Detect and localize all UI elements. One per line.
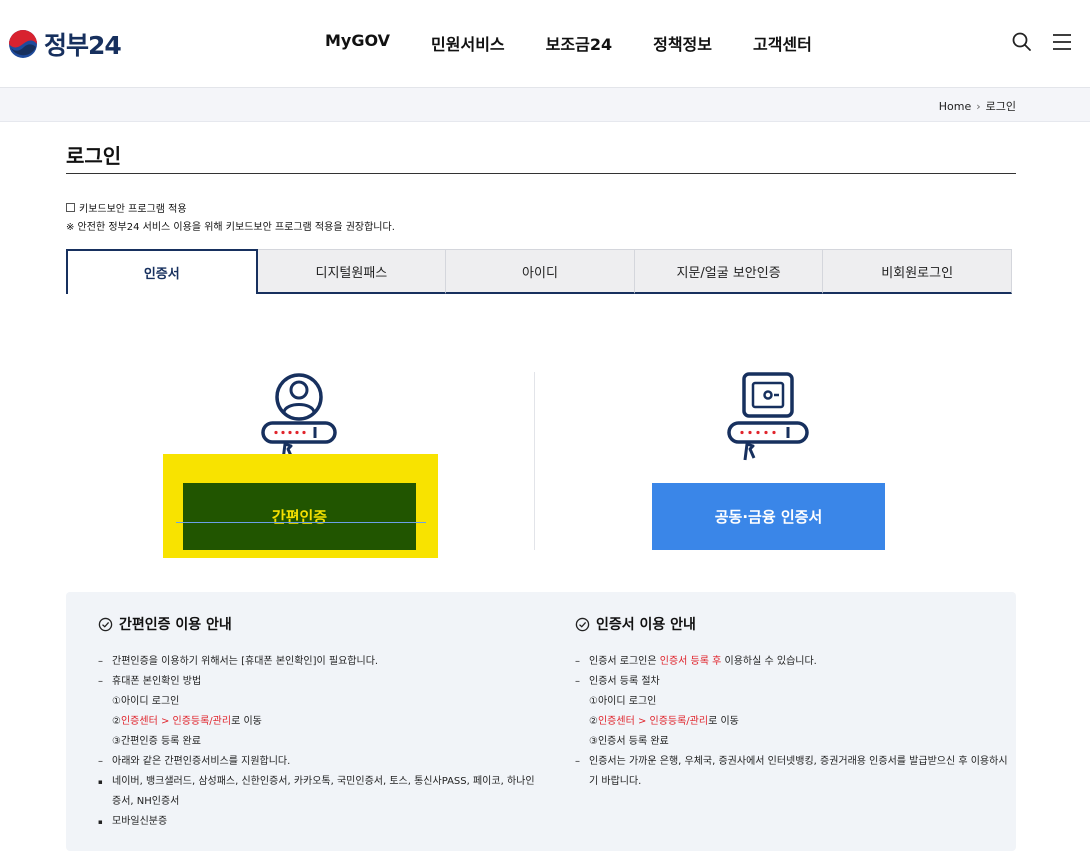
tab-non-member[interactable]: 비회원로그인 [823, 249, 1012, 294]
list-item: ②인증센터 > 인증등록/관리로 이동 [575, 712, 1015, 732]
easy-auth-button[interactable]: 간편인증 [183, 483, 416, 550]
user-card-icon [261, 373, 337, 461]
text: 인증서 로그인은 [589, 656, 660, 667]
joint-certificate-button[interactable]: 공동·금융 인증서 [652, 483, 885, 550]
certificate-guide-heading: 인증서 이용 안내 [596, 617, 696, 633]
nav-civil-service[interactable]: 민원서비스 [431, 31, 505, 55]
tab-id[interactable]: 아이디 [446, 249, 635, 294]
title-divider [66, 173, 1016, 174]
list-item: 모바일신분증 [98, 812, 538, 832]
breadcrumb-separator: › [976, 99, 981, 113]
list-item: 휴대폰 본인확인 방법 [98, 672, 538, 692]
tab-certificate[interactable]: 인증서 [66, 249, 258, 294]
site-header: 정부24 MyGOV 민원서비스 보조금24 정책정보 고객센터 [0, 0, 1090, 88]
site-logo[interactable]: 정부24 [8, 26, 122, 62]
nav-subsidy24[interactable]: 보조금24 [546, 31, 612, 55]
nav-policy-info[interactable]: 정책정보 [653, 31, 712, 55]
list-item: 인증서 등록 절차 [575, 672, 1015, 692]
step-prefix: ② [589, 716, 598, 727]
easy-auth-label: 간편인증 [271, 508, 328, 526]
text: 이용하실 수 있습니다. [721, 656, 817, 667]
keyboard-security-note: ※ 안전한 정부24 서비스 이용을 위해 키보드보안 프로그램 적용을 권장합… [66, 222, 395, 233]
list-item: ①아이디 로그인 [589, 696, 657, 707]
step-suffix: 로 이동 [708, 716, 739, 727]
tab-digital-onepass[interactable]: 디지털원패스 [257, 249, 447, 294]
nav-customer-center[interactable]: 고객센터 [753, 31, 812, 55]
breadcrumb-bar: Home › 로그인 [0, 88, 1090, 122]
keyboard-security-checkbox[interactable] [66, 203, 75, 212]
keyboard-security-label: 키보드보안 프로그램 적용 [79, 204, 187, 215]
government-logo-icon [9, 30, 37, 58]
login-guide-box: 간편인증 이용 안내 간편인증을 이용하기 위해서는 [휴대폰 본인확인]이 필… [66, 592, 1016, 851]
list-item: ③인증서 등록 완료 [589, 736, 669, 747]
easy-auth-guide-list: 간편인증을 이용하기 위해서는 [휴대폰 본인확인]이 필요합니다. 휴대폰 본… [98, 652, 538, 832]
list-item: 인증서 로그인은 인증서 등록 후 이용하실 수 있습니다. [575, 652, 1015, 672]
list-item: 네이버, 뱅크샐러드, 삼성패스, 신한인증서, 카카오톡, 국민인증서, 토스… [98, 772, 538, 812]
list-item: 인증서는 가까운 은행, 우체국, 증권사에서 인터넷뱅킹, 증권거래용 인증서… [575, 752, 1015, 792]
page-title: 로그인 [66, 144, 122, 168]
menu-icon[interactable] [1050, 30, 1074, 54]
keyboard-security-option[interactable]: 키보드보안 프로그램 적용 [66, 200, 187, 215]
logo-text: 정부24 [44, 31, 122, 60]
step-prefix: ② [112, 716, 121, 727]
list-item: 아래와 같은 간편인증서비스를 지원합니다. [98, 752, 538, 772]
auth-center-link[interactable]: 인증센터 > 인증등록/관리 [121, 716, 231, 727]
search-icon[interactable] [1010, 30, 1034, 54]
options-divider [534, 372, 535, 550]
tab-biometric[interactable]: 지문/얼굴 보안인증 [634, 249, 824, 294]
nav-mygov[interactable]: MyGOV [325, 31, 390, 55]
easy-auth-guide-title: 간편인증 이용 안내 [98, 614, 538, 634]
easy-auth-guide-heading: 간편인증 이용 안내 [119, 617, 232, 633]
easy-auth-underline [176, 522, 426, 523]
register-certificate-link[interactable]: 인증서 등록 후 [660, 656, 722, 667]
step-suffix: 로 이동 [231, 716, 262, 727]
login-method-tabs: 인증서 디지털원패스 아이디 지문/얼굴 보안인증 비회원로그인 [66, 249, 1012, 294]
breadcrumb-home[interactable]: Home [939, 100, 971, 113]
certificate-guide-list: 인증서 로그인은 인증서 등록 후 이용하실 수 있습니다. 인증서 등록 절차… [575, 652, 1015, 792]
certificate-guide: 인증서 이용 안내 인증서 로그인은 인증서 등록 후 이용하실 수 있습니다.… [575, 614, 1015, 792]
safe-card-icon [727, 372, 809, 461]
list-item: 간편인증을 이용하기 위해서는 [휴대폰 본인확인]이 필요합니다. [98, 652, 538, 672]
list-item: ①아이디 로그인 [112, 696, 180, 707]
auth-center-link[interactable]: 인증센터 > 인증등록/관리 [598, 716, 708, 727]
check-circle-icon [98, 617, 113, 631]
list-item: ②인증센터 > 인증등록/관리로 이동 [98, 712, 538, 732]
check-circle-icon [575, 617, 590, 631]
breadcrumb-current: 로그인 [985, 100, 1016, 113]
easy-auth-guide: 간편인증 이용 안내 간편인증을 이용하기 위해서는 [휴대폰 본인확인]이 필… [98, 614, 538, 832]
breadcrumb: Home › 로그인 [939, 98, 1016, 114]
certificate-guide-title: 인증서 이용 안내 [575, 614, 1015, 634]
header-tools [994, 30, 1074, 54]
main-nav: MyGOV 민원서비스 보조금24 정책정보 고객센터 [325, 31, 853, 55]
list-item: ③간편인증 등록 완료 [112, 736, 201, 747]
